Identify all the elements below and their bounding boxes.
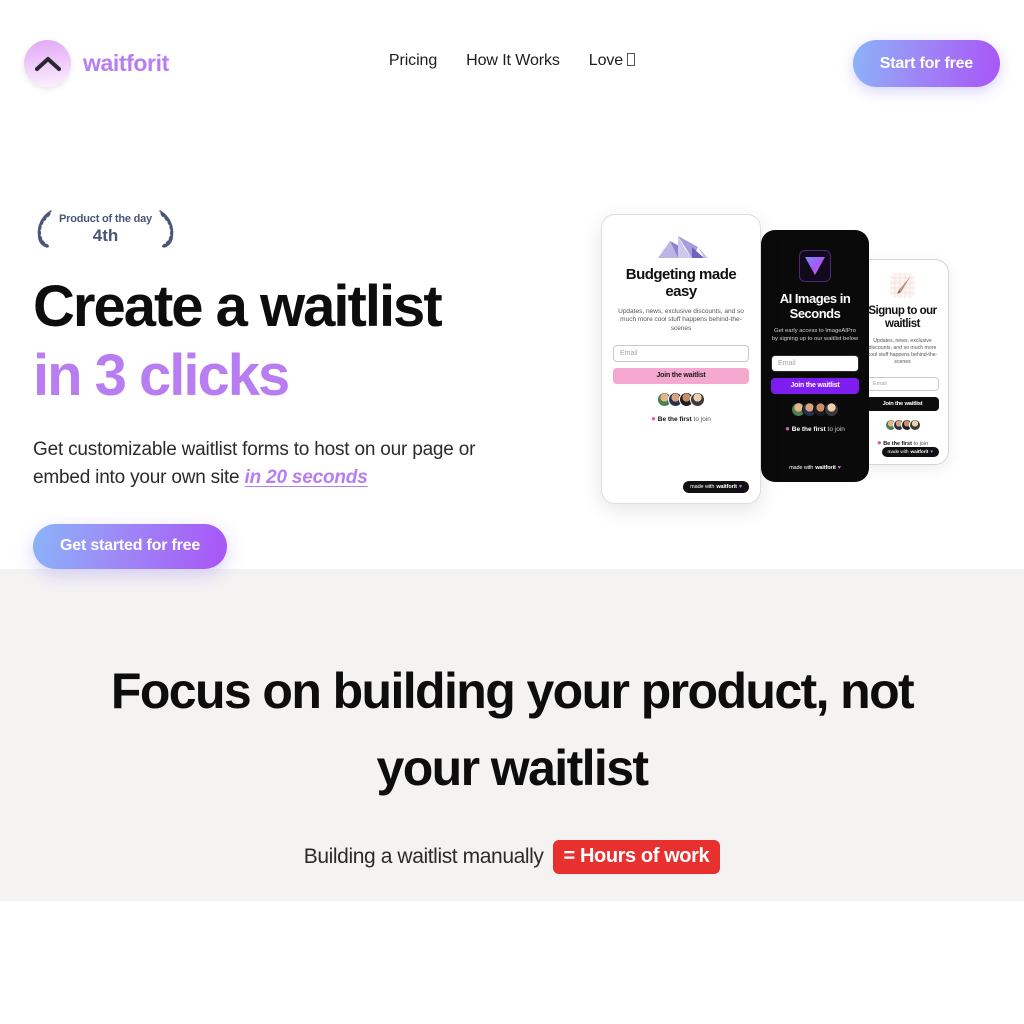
badge-text: Product of the day 4th xyxy=(57,213,154,246)
comparison-label: Building a waitlist manually xyxy=(303,844,544,868)
mockup-social-proof: ● Be the first to join xyxy=(866,438,939,447)
missing-emoji-glyph-icon xyxy=(627,53,636,66)
hero-copy: Product of the day 4th Create a waitlist… xyxy=(24,208,584,569)
start-for-free-button[interactable]: Start for free xyxy=(852,40,1000,87)
mountain-icon xyxy=(658,236,708,258)
hero-illustration: Budgeting made easy Updates, news, exclu… xyxy=(584,208,1000,569)
hero-headline-line2: in 3 clicks xyxy=(33,343,290,409)
mockup-join-button[interactable]: Join the waitlist xyxy=(613,367,749,384)
mockup-join-button[interactable]: Join the waitlist xyxy=(771,377,859,394)
avatar xyxy=(824,401,839,417)
hero-subheadline: Get customizable waitlist forms to host … xyxy=(33,436,533,492)
mockup-footer-badge: made with waitforit ♥ xyxy=(782,462,848,474)
mockup-card-ai-images: AI Images in Seconds Get early access to… xyxy=(761,230,869,482)
mockup-avatars xyxy=(613,391,749,407)
social-proof-bold: Be the first xyxy=(883,440,912,447)
mockup-title: Budgeting made easy xyxy=(625,266,737,300)
site-header: waitforit Pricing How It Works Love Star… xyxy=(0,0,1024,128)
heart-icon: ♥ xyxy=(837,465,841,471)
mockup-subtitle: Get early access to ImageAIPro by signin… xyxy=(771,328,859,342)
brand-name: waitforit xyxy=(83,50,169,76)
footer-brand: waitforit xyxy=(815,465,836,471)
footer-brand: waitforit xyxy=(716,484,737,490)
avatar xyxy=(690,391,705,407)
hero-section: Product of the day 4th Create a waitlist… xyxy=(0,128,1024,569)
footer-prefix: made with xyxy=(789,465,814,471)
mockup-social-proof: ● Be the first to join xyxy=(613,414,749,423)
product-of-the-day-badge: Product of the day 4th xyxy=(33,208,584,250)
hero-headline: Create a waitlist in 3 clicks xyxy=(33,272,584,410)
badge-title: Product of the day xyxy=(59,212,152,225)
triangle-logo-icon xyxy=(799,250,831,282)
social-proof-rest: to join xyxy=(911,440,929,447)
mockup-card-stack: Budgeting made easy Updates, news, exclu… xyxy=(601,208,981,508)
mockup-card-signup: Signup to our waitlist Updates, news, ex… xyxy=(856,259,949,465)
mockup-subtitle: Updates, news, exclusive discounts, and … xyxy=(618,307,744,333)
avatar xyxy=(908,418,921,431)
mockup-footer-badge: made with waitforit ♥ xyxy=(881,447,939,457)
nav-item-love[interactable]: Love xyxy=(588,52,636,70)
chevron-up-icon xyxy=(24,40,71,87)
heart-icon: ♥ xyxy=(738,484,742,490)
pen-writing-icon xyxy=(890,273,915,298)
brand-logo[interactable]: waitforit xyxy=(24,40,169,87)
bullet-dot-icon: ● xyxy=(876,437,882,447)
mockup-title: Signup to our waitlist xyxy=(868,305,937,330)
comparison-row: Building a waitlist manually = Hours of … xyxy=(54,839,970,874)
nav-item-how-it-works[interactable]: How It Works xyxy=(466,52,560,70)
nav-item-pricing[interactable]: Pricing xyxy=(389,52,437,70)
mockup-social-proof: ● Be the first to join xyxy=(771,424,859,433)
section-title: Focus on building your product, not your… xyxy=(110,662,915,797)
social-proof-rest: to join xyxy=(691,415,711,423)
footer-prefix: made with xyxy=(887,449,909,455)
focus-section: Focus on building your product, not your… xyxy=(0,568,1024,901)
bullet-dot-icon: ● xyxy=(785,423,790,433)
mockup-email-input[interactable]: Email xyxy=(771,354,859,372)
mockup-avatars xyxy=(771,401,859,417)
mockup-card-budgeting: Budgeting made easy Updates, news, exclu… xyxy=(601,214,761,504)
mockup-email-input[interactable]: Email xyxy=(613,344,749,362)
badge-rank: 4th xyxy=(92,225,119,245)
heart-icon: ♥ xyxy=(930,449,933,455)
hours-of-work-badge: = Hours of work xyxy=(552,839,721,874)
mockup-email-input[interactable]: Email xyxy=(866,376,939,391)
bullet-dot-icon: ● xyxy=(651,413,656,423)
nav-item-love-label: Love xyxy=(588,52,624,69)
footer-prefix: made with xyxy=(690,484,715,490)
mockup-footer-badge: made with waitforit ♥ xyxy=(683,481,749,493)
mockup-subtitle: Updates, news, exclusive discounts, and … xyxy=(867,337,938,365)
mockup-avatars xyxy=(866,418,939,431)
laurel-wreath-right-icon xyxy=(159,210,174,248)
social-proof-bold: Be the first xyxy=(791,425,826,433)
laurel-wreath-left-icon xyxy=(37,210,52,248)
mockup-title: AI Images in Seconds xyxy=(779,291,851,321)
footer-brand: waitforit xyxy=(910,449,929,455)
get-started-for-free-button[interactable]: Get started for free xyxy=(33,523,228,569)
social-proof-bold: Be the first xyxy=(657,415,692,423)
social-proof-rest: to join xyxy=(825,425,845,433)
mockup-join-button[interactable]: Join the waitlist xyxy=(866,396,939,411)
hero-subheadline-highlight: in 20 seconds xyxy=(244,466,368,488)
hero-headline-line1: Create a waitlist xyxy=(33,274,443,339)
